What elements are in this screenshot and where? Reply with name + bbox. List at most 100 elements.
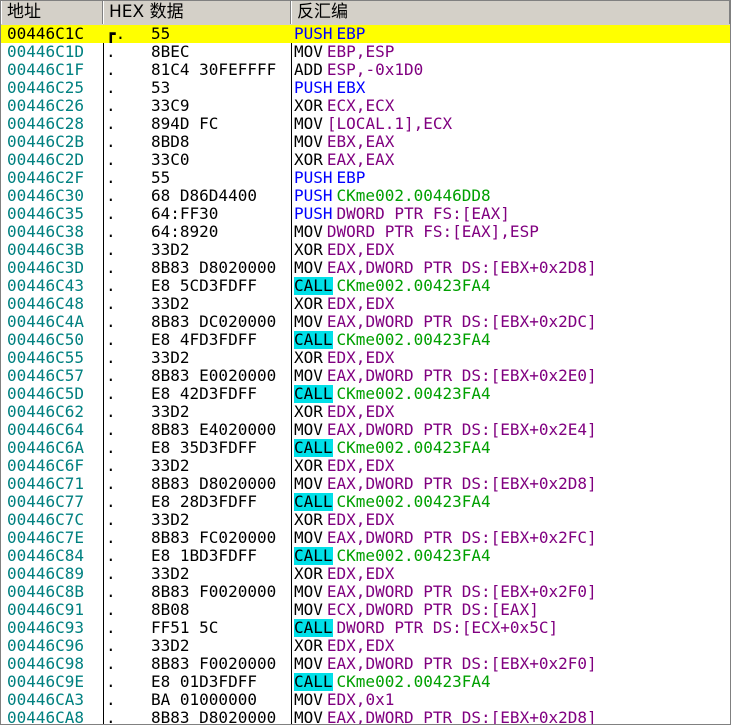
row-marker: .	[106, 385, 116, 403]
row-operands: EBP	[336, 169, 366, 187]
row-disasm: XOR EDX,EDX	[294, 565, 728, 583]
row-disasm: XOR EDX,EDX	[294, 457, 728, 475]
row-marker: ┏.	[106, 25, 126, 43]
row-address: 00446C2D	[7, 151, 85, 169]
row-disasm: MOV EAX,DWORD PTR DS:[EBX+0x2D8]	[294, 475, 728, 493]
disasm-row[interactable]: 00446C9E. E8 01D3FDFF CALL CKme002.00423FA4	[1, 673, 730, 691]
row-marker: .	[106, 403, 116, 421]
disasm-row[interactable]: 00446C50. E8 4FD3FDFF CALL CKme002.00423FA4	[1, 331, 730, 349]
disasm-row[interactable]: 00446C5D. E8 42D3FDFF CALL CKme002.00423FA4	[1, 385, 730, 403]
row-disasm: CALL CKme002.00423FA4	[294, 277, 728, 295]
disassembly-list[interactable]: 00446C1C ┏. 55 PUSH EBP 00446C1D. 8BEC MOV EBP,E…	[1, 25, 730, 725]
disasm-row[interactable]: 00446C77. E8 28D3FDFF CALL CKme002.00423FA4	[1, 493, 730, 511]
row-address: 00446C38	[7, 223, 85, 241]
disasm-row[interactable]: 00446C55. 33D2 XOR EDX,EDX	[1, 349, 730, 367]
row-marker: .	[106, 439, 116, 457]
row-hex: 55	[151, 169, 171, 187]
row-mnemonic: CALL	[294, 277, 333, 295]
row-operands: EDX,EDX	[326, 241, 395, 259]
row-operands: EBX	[336, 79, 366, 97]
row-marker: .	[106, 205, 116, 223]
disasm-row[interactable]: 00446C62. 33D2 XOR EDX,EDX	[1, 403, 730, 421]
disasm-row[interactable]: 00446C25. 53 PUSH EBX	[1, 79, 730, 97]
disasm-row[interactable]: 00446C71. 8B83 D8020000 MOV EAX,DWORD PTR D…	[1, 475, 730, 493]
row-operands: EDX,EDX	[326, 295, 395, 313]
row-hex: 8B83 F0020000	[151, 583, 277, 601]
row-operands: EAX,EAX	[326, 151, 395, 169]
disasm-row[interactable]: 00446C2F. 55 PUSH EBP	[1, 169, 730, 187]
disasm-row[interactable]: 00446C57. 8B83 E0020000 MOV EAX,DWORD PTR D…	[1, 367, 730, 385]
disasm-row[interactable]: 00446C1C ┏. 55 PUSH EBP	[1, 25, 730, 43]
row-marker: .	[106, 169, 116, 187]
disasm-row[interactable]: 00446C64. 8B83 E4020000 MOV EAX,DWORD PTR D…	[1, 421, 730, 439]
disasm-row[interactable]: 00446C84. E8 1BD3FDFF CALL CKme002.00423FA4	[1, 547, 730, 565]
row-address: 00446CA3	[7, 691, 85, 709]
disasm-row[interactable]: 00446C6F. 33D2 XOR EDX,EDX	[1, 457, 730, 475]
row-mnemonic: XOR	[294, 511, 323, 529]
disasm-row[interactable]: 00446C48. 33D2 XOR EDX,EDX	[1, 295, 730, 313]
disasm-row[interactable]: 00446C2D. 33C0 XOR EAX,EAX	[1, 151, 730, 169]
disasm-row[interactable]: 00446C35. 64:FF30 PUSH DWORD PTR FS:[EAX]	[1, 205, 730, 223]
row-mnemonic: MOV	[294, 691, 323, 709]
disasm-row[interactable]: 00446C96. 33D2 XOR EDX,EDX	[1, 637, 730, 655]
row-disasm: MOV EDX,0x1	[294, 691, 728, 709]
row-marker: .	[106, 349, 116, 367]
disasm-row[interactable]: 00446C2B. 8BD8 MOV EBX,EAX	[1, 133, 730, 151]
row-mnemonic: MOV	[294, 133, 323, 151]
row-mnemonic: MOV	[294, 601, 323, 619]
row-address: 00446CA8	[7, 709, 85, 725]
disasm-row[interactable]: 00446CA3. BA 01000000 MOV EDX,0x1	[1, 691, 730, 709]
disasm-row[interactable]: 00446C30. 68 D86D4400 PUSH CKme002.00446DD8	[1, 187, 730, 205]
disasm-row[interactable]: 00446C91. 8B08 MOV ECX,DWORD PTR DS:[EAX]	[1, 601, 730, 619]
row-operands: ESP,-0x1D0	[326, 61, 424, 79]
row-disasm: CALL CKme002.00423FA4	[294, 493, 728, 511]
row-disasm: PUSH EBP	[294, 25, 728, 43]
disasm-row[interactable]: 00446C43. E8 5CD3FDFF CALL CKme002.00423FA4	[1, 277, 730, 295]
disasm-row[interactable]: 00446C93. FF51 5C CALL DWORD PTR DS:[ECX+0x…	[1, 619, 730, 637]
disasm-row[interactable]: 00446C26. 33C9 XOR ECX,ECX	[1, 97, 730, 115]
disasm-row[interactable]: 00446C1D. 8BEC MOV EBP,ESP	[1, 43, 730, 61]
row-marker: .	[106, 79, 116, 97]
disasm-row[interactable]: 00446C1F. 81C4 30FEFFFF ADD ESP,-0x1D0	[1, 61, 730, 79]
disasm-row[interactable]: 00446C28. 894D FC MOV [LOCAL.1],ECX	[1, 115, 730, 133]
row-disasm: MOV EAX,DWORD PTR DS:[EBX+0x2E0]	[294, 367, 728, 385]
row-hex: 8B83 E4020000	[151, 421, 277, 439]
row-mnemonic: MOV	[294, 583, 323, 601]
row-marker: .	[106, 565, 116, 583]
row-mnemonic: MOV	[294, 709, 323, 725]
disasm-row[interactable]: 00446C4A. 8B83 DC020000 MOV EAX,DWORD PTR D…	[1, 313, 730, 331]
column-header-hex[interactable]: HEX 数据	[103, 1, 291, 24]
disasm-row[interactable]: 00446C7E. 8B83 FC020000 MOV EAX,DWORD PTR D…	[1, 529, 730, 547]
disasm-row[interactable]: 00446C38. 64:8920 MOV DWORD PTR FS:[EAX],ES…	[1, 223, 730, 241]
row-address: 00446C7E	[7, 529, 85, 547]
row-marker: .	[106, 475, 116, 493]
disasm-row[interactable]: 00446C6A. E8 35D3FDFF CALL CKme002.00423FA4	[1, 439, 730, 457]
row-mnemonic: XOR	[294, 151, 323, 169]
disasm-row[interactable]: 00446C89. 33D2 XOR EDX,EDX	[1, 565, 730, 583]
row-hex: 8B83 D8020000	[151, 709, 277, 725]
row-operands: CKme002.00423FA4	[336, 493, 491, 511]
disasm-row[interactable]: 00446C3B. 33D2 XOR EDX,EDX	[1, 241, 730, 259]
row-mnemonic: MOV	[294, 655, 323, 673]
disasm-row[interactable]: 00446C98. 8B83 F0020000 MOV EAX,DWORD PTR D…	[1, 655, 730, 673]
row-operands: ECX,ECX	[326, 97, 395, 115]
row-operands: EDX,0x1	[326, 691, 395, 709]
row-hex: 8B83 E0020000	[151, 367, 277, 385]
row-disasm: MOV EAX,DWORD PTR DS:[EBX+0x2D8]	[294, 259, 728, 277]
row-disasm: MOV [LOCAL.1],ECX	[294, 115, 728, 133]
column-header-address[interactable]: 地址	[1, 1, 103, 24]
disasm-row[interactable]: 00446CA8. 8B83 D8020000 MOV EAX,DWORD PTR D…	[1, 709, 730, 725]
row-disasm: ADD ESP,-0x1D0	[294, 61, 728, 79]
row-marker: .	[106, 673, 116, 691]
row-address: 00446C30	[7, 187, 85, 205]
disasm-row[interactable]: 00446C7C. 33D2 XOR EDX,EDX	[1, 511, 730, 529]
row-operands: EBP	[336, 25, 366, 43]
disasm-row[interactable]: 00446C8B. 8B83 F0020000 MOV EAX,DWORD PTR D…	[1, 583, 730, 601]
row-address: 00446C25	[7, 79, 85, 97]
row-operands: EAX,DWORD PTR DS:[EBX+0x2E4]	[326, 421, 597, 439]
column-header-disasm[interactable]: 反汇编	[291, 1, 730, 24]
row-hex: E8 4FD3FDFF	[151, 331, 257, 349]
row-mnemonic: PUSH	[294, 205, 333, 223]
disasm-row[interactable]: 00446C3D. 8B83 D8020000 MOV EAX,DWORD PTR D…	[1, 259, 730, 277]
row-disasm: MOV EBX,EAX	[294, 133, 728, 151]
